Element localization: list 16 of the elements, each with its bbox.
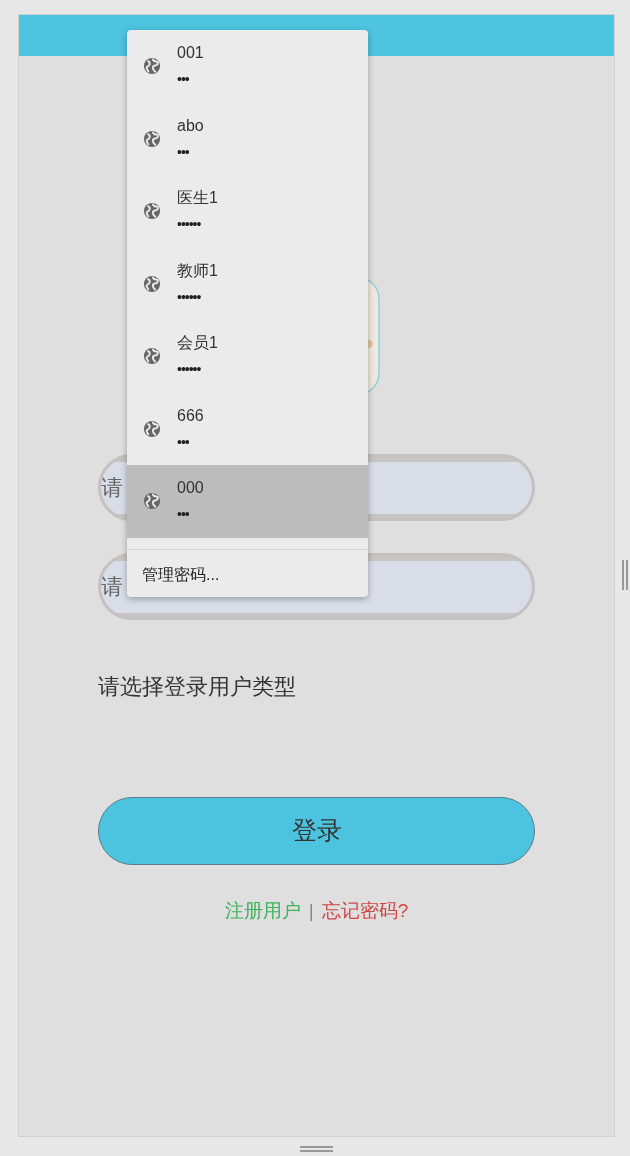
- username-text: 001: [177, 43, 204, 64]
- username-text: 666: [177, 405, 204, 426]
- password-dots: •••: [177, 142, 190, 162]
- password-dots: •••: [177, 505, 190, 525]
- password-dots: ••••••: [177, 360, 202, 380]
- password-dots: ••••••: [177, 287, 202, 307]
- username-text: 会员1: [177, 333, 218, 354]
- password-dots: ••••••: [177, 215, 202, 235]
- password-dots: •••: [177, 432, 190, 452]
- username-text: 医生1: [177, 188, 218, 209]
- username-text: abo: [177, 115, 204, 136]
- password-dots: •••: [177, 70, 190, 90]
- username-text: 教师1: [177, 260, 218, 281]
- username-text: 000: [177, 478, 204, 499]
- user-type-label: 请选择登录用户类型: [98, 673, 297, 701]
- link-separator: |: [308, 899, 314, 923]
